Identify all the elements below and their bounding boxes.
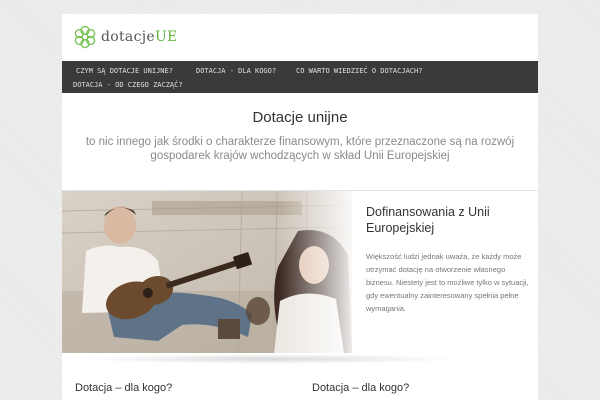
feature-title: Dofinansowania z Unii Europejskiej [366, 205, 490, 235]
section-title-left[interactable]: Dotacja – dla kogo? [75, 382, 172, 394]
hero-photo [62, 191, 352, 353]
section-title-right[interactable]: Dotacja – dla kogo? [312, 382, 409, 394]
hero-subtitle: to nic innego jak środki o charakterze f… [85, 136, 515, 162]
nav-item-czym-sa-dotacje[interactable]: CZYM SĄ DOTACJE UNIJNE? [76, 67, 173, 75]
page-container: dotacjeUE CZYM SĄ DOTACJE UNIJNE? DOTACJ… [62, 14, 538, 400]
flower-icon [74, 25, 96, 49]
hero-title: Dotacje unijne [252, 109, 348, 126]
nav-item-od-czego-zaczac[interactable]: DOTACJA - OD CZEGO ZACZĄĆ? [73, 81, 183, 89]
photo-shadow [80, 354, 460, 364]
logo-text: dotacjeUE [101, 29, 178, 45]
couple-guitar-image [62, 191, 352, 353]
hero-section: Dotacje unijne to nic innego jak środki … [62, 93, 538, 163]
main-nav: CZYM SĄ DOTACJE UNIJNE? DOTACJA - DLA KO… [62, 61, 538, 93]
nav-item-dla-kogo[interactable]: DOTACJA - DLA KOGO? [196, 67, 276, 75]
nav-item-co-warto-wiedziec[interactable]: CO WARTO WIEDZIEĆ O DOTACJACH? [296, 67, 422, 75]
site-header: dotacjeUE [62, 14, 538, 61]
feature-body: Większość ludzi jednak uważa, że każdy m… [366, 252, 529, 313]
feature-block: Dofinansowania z Unii Europejskiej Więks… [366, 204, 530, 315]
site-logo[interactable]: dotacjeUE [73, 25, 178, 49]
